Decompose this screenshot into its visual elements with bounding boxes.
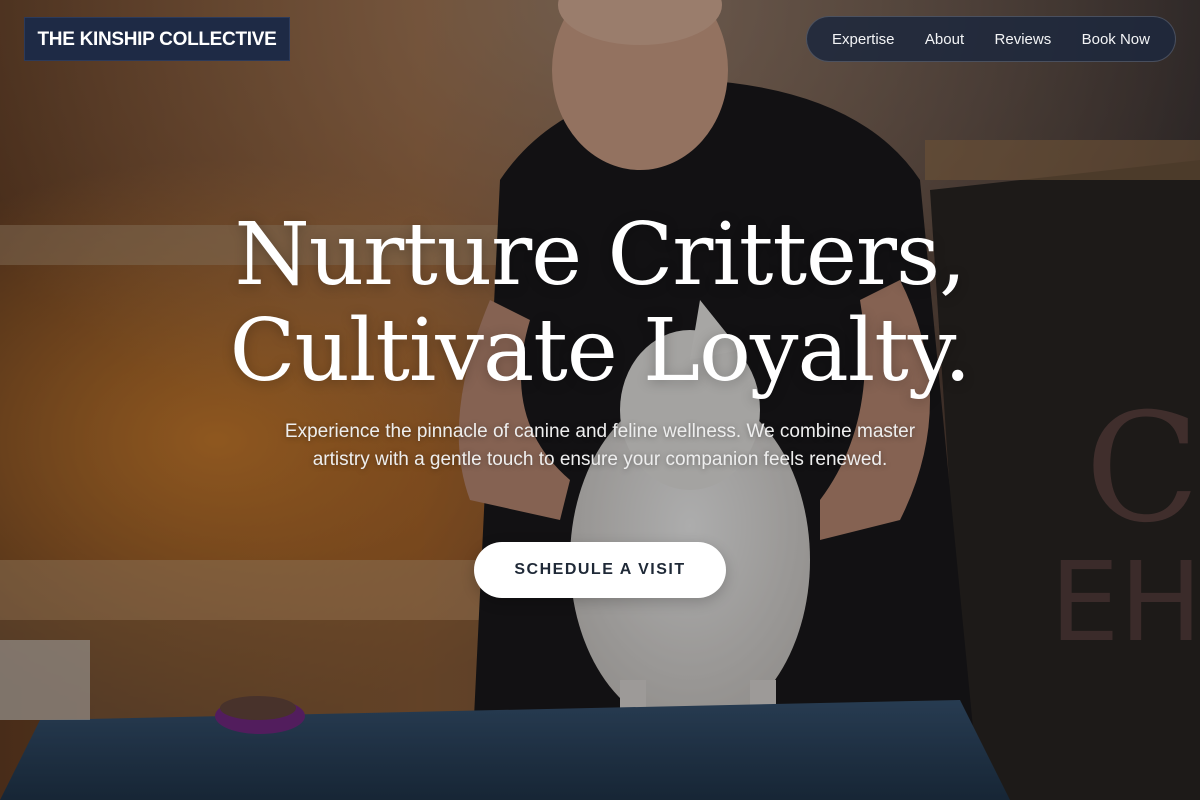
hero-headline-line1: Nurture Critters, xyxy=(234,205,966,305)
brand-logo[interactable]: THE KINSHIP COLLECTIVE xyxy=(24,17,290,61)
nav-link-expertise[interactable]: Expertise xyxy=(832,31,895,48)
nav-link-book-now[interactable]: Book Now xyxy=(1082,31,1150,48)
hero-subtitle: Experience the pinnacle of canine and fe… xyxy=(284,421,916,470)
nav-link-reviews[interactable]: Reviews xyxy=(995,31,1052,48)
hero-headline-line2: Cultivate Loyalty. xyxy=(229,301,972,401)
nav-link-about[interactable]: About xyxy=(925,31,964,48)
schedule-visit-button[interactable]: SCHEDULE A VISIT xyxy=(474,542,726,598)
main-nav: Expertise About Reviews Book Now xyxy=(806,16,1176,62)
hero-section: C EH THE KINSHIP COLLECTIVE Expertise Ab… xyxy=(0,0,1200,800)
